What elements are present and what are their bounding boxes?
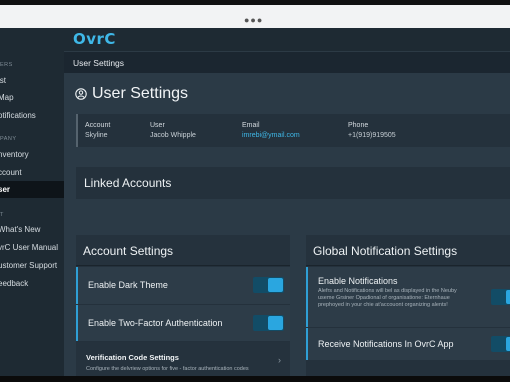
global-notification-title: Global Notification Settings	[313, 244, 458, 258]
user-label: User	[150, 122, 165, 129]
account-field: Account Skyline	[85, 121, 110, 141]
page-title-text: User Settings	[92, 85, 189, 102]
dark-theme-label: Enable Dark Theme	[88, 280, 168, 290]
account-label: Account	[85, 122, 111, 129]
phone-value: +1(919)919505	[348, 132, 396, 139]
account-settings-panel: Account Settings Enable Dark Theme Enabl…	[76, 235, 290, 376]
device-bottom-bezel	[0, 376, 510, 382]
email-field: Email imrebi@ymail.com	[242, 121, 300, 141]
two-factor-label: Enable Two-Factor Authentication	[88, 318, 223, 328]
sidebar-item-user-manual[interactable]: vrC User Manual	[0, 239, 64, 256]
two-factor-row: Enable Two-Factor Authentication	[76, 305, 290, 341]
phone-label: Phone	[348, 122, 369, 129]
toggle-knob	[268, 278, 283, 292]
enable-notifications-toggle[interactable]	[491, 289, 510, 305]
top-bar: OvrC	[64, 28, 510, 51]
sidebar-item-feedback[interactable]: eedback	[0, 275, 64, 292]
toggle-knob	[506, 337, 510, 351]
ovrc-logo[interactable]: OvrC	[73, 30, 116, 48]
email-link[interactable]: imrebi@ymail.com	[242, 131, 300, 141]
sidebar-item-map[interactable]: Map	[0, 89, 64, 106]
main-content: User Settings Account Skyline User Jacob…	[64, 73, 510, 376]
two-factor-toggle[interactable]	[253, 315, 284, 331]
page-title: User Settings	[75, 85, 188, 103]
linked-accounts-title: Linked Accounts	[84, 176, 172, 190]
enable-notifications-row: Enable Notifications Alefrs and Notifica…	[306, 267, 510, 327]
sidebar-item-account[interactable]: ccount	[0, 164, 64, 181]
breadcrumb-title: User Settings	[73, 58, 125, 68]
user-value: Jacob Whipple	[150, 132, 196, 139]
sidebar-item-notifications[interactable]: otifications	[0, 107, 64, 124]
sidebar-section-header: T	[0, 212, 4, 218]
panel-header: Account Settings	[76, 235, 290, 266]
receive-notifications-row: Receive Notifications In OvrC App	[306, 328, 510, 360]
sidebar-item-list[interactable]: ist	[0, 72, 64, 89]
sidebar: ERS ist Map otifications PANY nventory c…	[0, 28, 64, 376]
user-field: User Jacob Whipple	[150, 121, 196, 141]
receive-notifications-label: Receive Notifications In OvrC App	[318, 339, 454, 349]
more-dots-icon: ●●●	[244, 15, 264, 25]
sidebar-item-customer-support[interactable]: ustomer Support	[0, 257, 64, 274]
panel-header: Global Notification Settings	[306, 235, 510, 266]
sidebar-item-inventory[interactable]: nventory	[0, 146, 64, 163]
sidebar-item-user[interactable]: ser	[0, 181, 64, 198]
sidebar-section-header: PANY	[0, 136, 17, 142]
receive-notifications-toggle[interactable]	[491, 336, 510, 352]
user-info-card: Account Skyline User Jacob Whipple Email…	[76, 114, 510, 147]
verification-code-settings-row[interactable]: Verification Code Settings Configure the…	[76, 342, 290, 376]
account-value: Skyline	[85, 132, 108, 139]
toggle-knob	[506, 290, 510, 304]
dark-theme-toggle[interactable]	[253, 277, 284, 293]
linked-accounts-card[interactable]: Linked Accounts	[76, 167, 510, 199]
sidebar-item-whats-new[interactable]: What's New	[0, 221, 64, 238]
user-circle-icon	[75, 88, 87, 100]
account-settings-title: Account Settings	[83, 244, 174, 258]
verification-code-title: Verification Code Settings	[86, 353, 179, 362]
sub-header: User Settings	[64, 51, 510, 73]
sidebar-section-header: ERS	[0, 62, 13, 68]
email-label: Email	[242, 122, 260, 129]
verification-code-desc: Configure the delvriew options for five …	[86, 366, 249, 372]
chevron-right-icon: ›	[278, 355, 281, 365]
phone-field: Phone +1(919)919505	[348, 121, 396, 141]
dark-theme-row: Enable Dark Theme	[76, 267, 290, 304]
global-notification-settings-panel: Global Notification Settings Enable Noti…	[306, 235, 510, 376]
enable-notifications-label: Enable Notifications	[318, 276, 398, 286]
enable-notifications-desc: Alefrs and Notifications will bel as dis…	[318, 288, 457, 308]
toggle-knob	[268, 316, 283, 330]
device-status-bar: ●●●	[0, 0, 510, 28]
